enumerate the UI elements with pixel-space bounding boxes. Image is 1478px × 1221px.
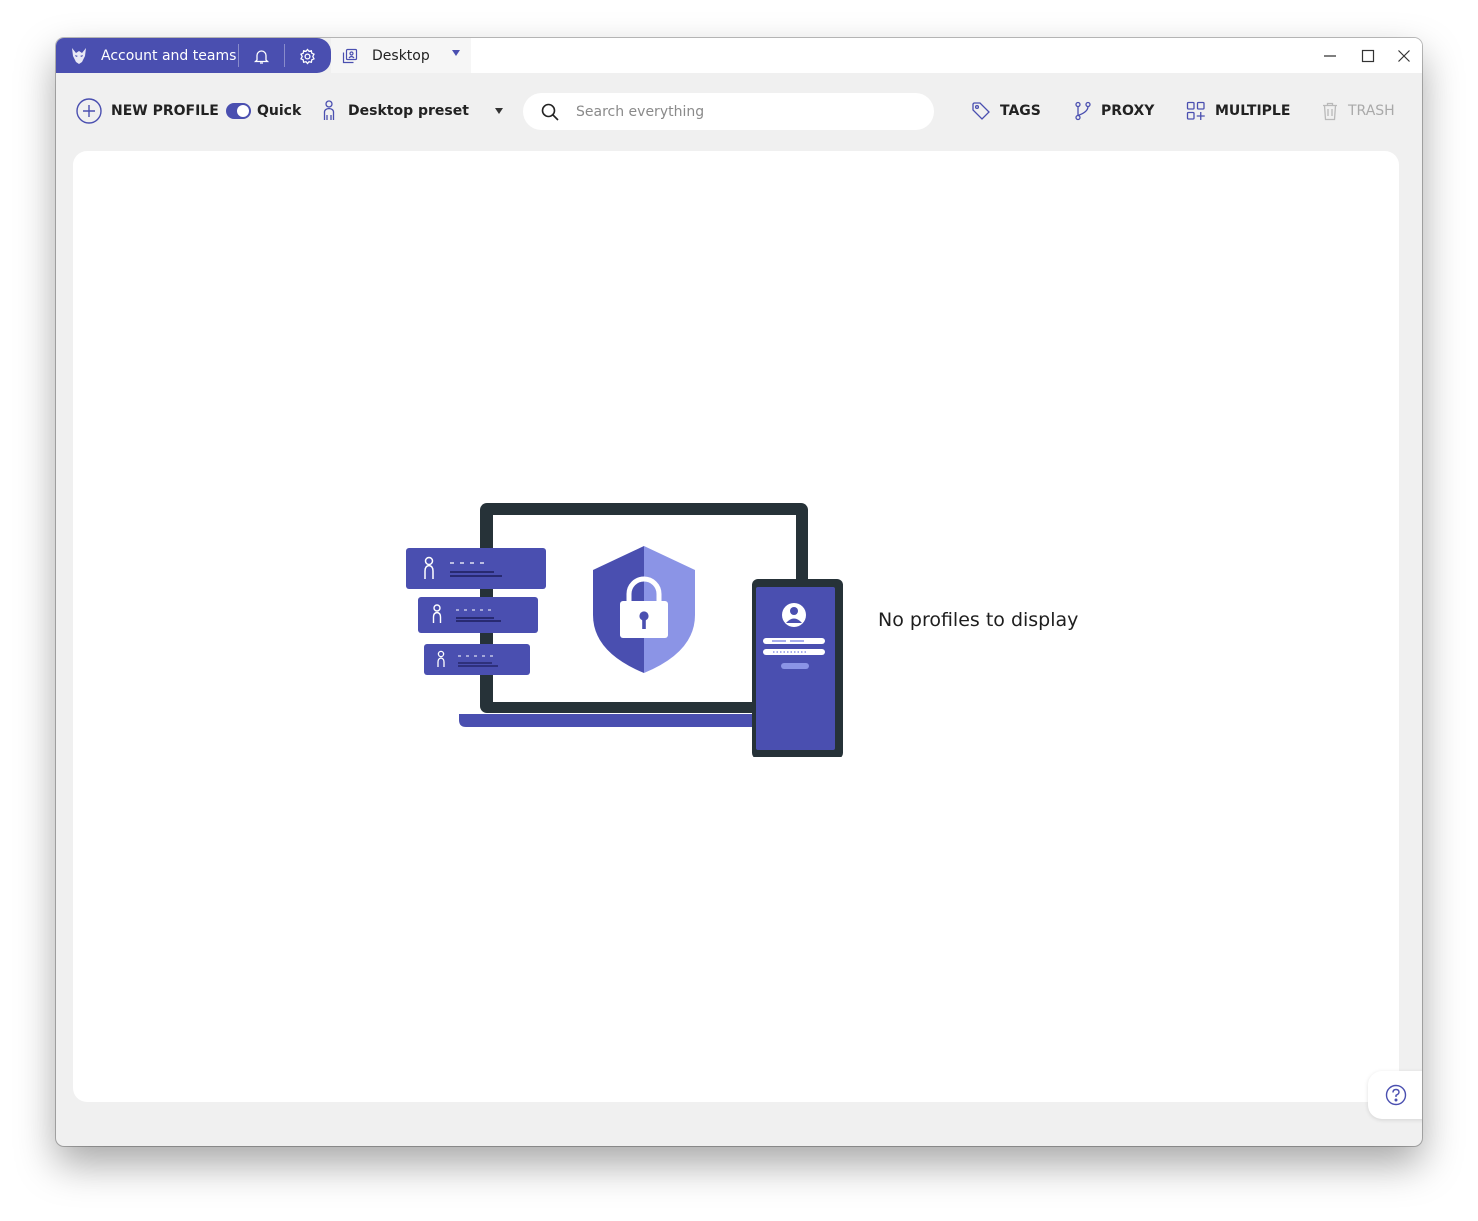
search-input[interactable] xyxy=(576,103,916,120)
close-icon[interactable] xyxy=(1392,44,1416,68)
multiple-label: MULTIPLE xyxy=(1215,103,1291,119)
empty-state-message: No profiles to display xyxy=(878,609,1079,631)
toggle-switch[interactable] xyxy=(226,103,251,119)
title-separator xyxy=(284,44,285,67)
trash-icon xyxy=(1321,101,1339,121)
gear-icon[interactable] xyxy=(296,45,318,67)
proxy-branch-icon xyxy=(1074,101,1092,121)
multiple-grid-icon xyxy=(1186,101,1206,121)
trash-label: TRASH xyxy=(1348,103,1395,119)
quick-label: Quick xyxy=(257,103,302,119)
bell-icon[interactable] xyxy=(250,45,272,67)
new-profile-label: NEW PROFILE xyxy=(111,103,219,119)
profiles-icon xyxy=(341,47,359,65)
chevron-down-icon[interactable] xyxy=(452,50,460,56)
toolbar: NEW PROFILE Quick Desktop preset Search … xyxy=(56,73,1422,153)
tab-desktop[interactable]: Desktop xyxy=(331,38,471,73)
chevron-down-icon[interactable] xyxy=(494,108,503,114)
minimize-icon[interactable] xyxy=(1318,44,1342,68)
profiles-panel: No profiles to display xyxy=(73,151,1399,1102)
plus-circle-icon xyxy=(76,98,102,124)
proxy-button[interactable]: PROXY xyxy=(1074,98,1154,124)
desktop-preset-label: Desktop preset xyxy=(348,103,469,119)
tag-icon xyxy=(971,101,991,121)
multiple-button[interactable]: MULTIPLE xyxy=(1186,98,1290,124)
search-bar[interactable] xyxy=(523,93,934,130)
tab-desktop-label: Desktop xyxy=(372,47,430,64)
account-tab-label: Account and teams xyxy=(101,47,237,64)
trash-button[interactable]: TRASH xyxy=(1321,98,1395,124)
tags-label: TAGS xyxy=(1000,103,1041,119)
help-icon xyxy=(1385,1084,1407,1106)
wolf-logo-icon xyxy=(68,45,90,67)
app-window: Account and teams Desktop NEW PROFILE Qu… xyxy=(56,38,1422,1146)
tab-strip-empty-area xyxy=(471,38,1422,73)
help-button[interactable] xyxy=(1368,1071,1422,1119)
search-icon xyxy=(540,102,560,122)
new-profile-button[interactable]: NEW PROFILE xyxy=(76,98,219,124)
tags-button[interactable]: TAGS xyxy=(971,98,1041,124)
title-separator xyxy=(238,44,239,67)
quick-toggle[interactable]: Quick xyxy=(226,98,301,124)
maximize-icon[interactable] xyxy=(1356,44,1380,68)
desktop-preset-select[interactable]: Desktop preset xyxy=(321,98,503,124)
empty-state-illustration xyxy=(406,497,846,759)
proxy-label: PROXY xyxy=(1101,103,1155,119)
title-bar: Account and teams Desktop xyxy=(56,38,1422,73)
account-and-teams-tab[interactable]: Account and teams xyxy=(56,38,331,73)
person-icon xyxy=(321,100,337,122)
